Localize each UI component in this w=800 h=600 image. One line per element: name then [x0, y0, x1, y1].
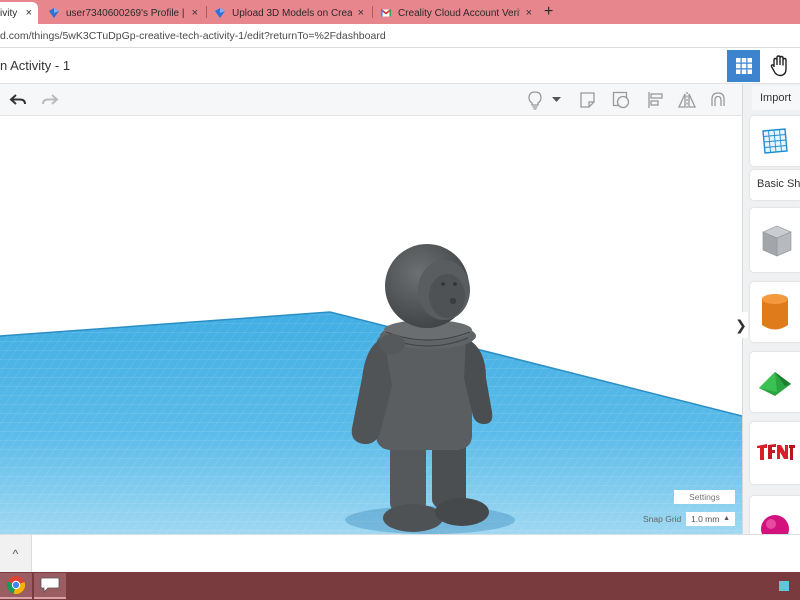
note-icon	[580, 92, 595, 108]
group-icon	[711, 92, 725, 106]
browser-tab[interactable]: Upload 3D Models on Creality Cl ×	[208, 2, 370, 24]
browser-tab-strip: ivity × user7340600269's Profile | Creal…	[0, 0, 800, 24]
shape-box[interactable]	[750, 208, 800, 272]
snap-grid-value: 1.0 mm	[691, 514, 720, 524]
design-title[interactable]: n Activity - 1	[0, 58, 70, 73]
panel-collapse-button[interactable]: ❯	[734, 312, 748, 338]
creality-icon	[49, 8, 59, 18]
tab-divider	[372, 6, 373, 18]
address-bar[interactable]: d.com/things/5wK3CTuDpGp-creative-tech-a…	[0, 24, 800, 48]
mirror-icon	[677, 92, 697, 108]
workplane-icon	[762, 128, 788, 154]
workplane-tool[interactable]	[750, 116, 800, 166]
light-button[interactable]	[525, 90, 545, 110]
chevron-up-icon: ^	[12, 547, 19, 561]
undo-button[interactable]	[8, 90, 28, 110]
note-button[interactable]	[578, 90, 598, 110]
taskbar-chrome[interactable]	[0, 573, 32, 599]
redo-button[interactable]	[40, 90, 60, 110]
roof-shape-icon	[759, 372, 791, 396]
screen: ivity × user7340600269's Profile | Creal…	[0, 0, 800, 600]
shape-sphere[interactable]	[750, 496, 800, 536]
taskbar-chat[interactable]	[34, 573, 66, 599]
app-header: n Activity - 1	[0, 48, 800, 84]
dropdown-arrow-icon	[551, 97, 561, 102]
tab-title: Upload 3D Models on Creality Cl	[232, 7, 352, 19]
light-bulb-icon	[528, 91, 542, 110]
chrome-icon	[6, 576, 25, 594]
close-icon[interactable]: ×	[26, 7, 32, 19]
snap-grid-label: Snap Grid	[643, 514, 682, 524]
browser-tab[interactable]: user7340600269's Profile | Creality ×	[42, 2, 204, 24]
notes-visibility-icon	[612, 91, 630, 109]
tab-title: Creality Cloud Account Verificatio	[398, 7, 520, 19]
browser-tab-active[interactable]: ivity ×	[0, 2, 38, 24]
import-button[interactable]: Import	[752, 86, 800, 110]
grid-view-icon	[735, 58, 752, 74]
chat-icon	[40, 577, 60, 593]
snap-grid-arrow-icon: ▲	[723, 515, 730, 522]
gmail-icon	[380, 8, 392, 17]
box-shape-icon	[762, 225, 792, 257]
shape-text[interactable]	[750, 422, 800, 484]
tray-app-icon	[779, 581, 789, 591]
workplane-scene	[0, 116, 743, 534]
chevron-right-icon: ❯	[735, 316, 747, 333]
snap-grid-select[interactable]: 1.0 mm ▲	[686, 512, 735, 526]
hand-button[interactable]	[763, 50, 796, 82]
expand-panel-button[interactable]: ^	[0, 535, 32, 573]
shape-cylinder[interactable]	[750, 282, 800, 342]
shape-category-select[interactable]: Basic Sha	[750, 170, 800, 200]
tray-app[interactable]	[774, 573, 794, 599]
cylinder-shape-icon	[762, 294, 788, 330]
browser-tab[interactable]: Creality Cloud Account Verificatio ×	[374, 2, 538, 24]
light-dropdown[interactable]	[550, 90, 562, 110]
hand-icon	[770, 55, 787, 77]
bottom-bar: ^	[0, 534, 800, 573]
tab-title: user7340600269's Profile | Creality	[66, 7, 186, 19]
new-tab-button[interactable]: +	[544, 3, 553, 21]
grid-view-button[interactable]	[727, 50, 760, 82]
url-text[interactable]: d.com/things/5wK3CTuDpGp-creative-tech-a…	[0, 30, 386, 42]
redo-icon	[42, 94, 59, 105]
tab-title: ivity	[0, 7, 18, 19]
creality-icon	[215, 8, 225, 18]
settings-button[interactable]: Settings	[674, 490, 735, 504]
panel-divider	[742, 84, 743, 534]
align-button[interactable]	[646, 90, 666, 110]
text-shape-icon	[757, 444, 795, 460]
editor-toolbar	[0, 84, 742, 116]
undo-icon	[9, 94, 26, 105]
close-icon[interactable]: ×	[526, 7, 532, 19]
tab-divider	[206, 6, 207, 18]
group-button[interactable]	[708, 90, 728, 110]
notes-visibility-button[interactable]	[611, 90, 631, 110]
close-icon[interactable]: ×	[358, 7, 364, 19]
close-icon[interactable]: ×	[192, 7, 198, 19]
os-taskbar	[0, 572, 800, 600]
workplane-canvas[interactable]	[0, 116, 743, 534]
sphere-shape-icon	[761, 515, 789, 534]
mirror-button[interactable]	[677, 90, 697, 110]
shape-roof[interactable]	[750, 352, 800, 412]
align-icon	[648, 92, 663, 108]
